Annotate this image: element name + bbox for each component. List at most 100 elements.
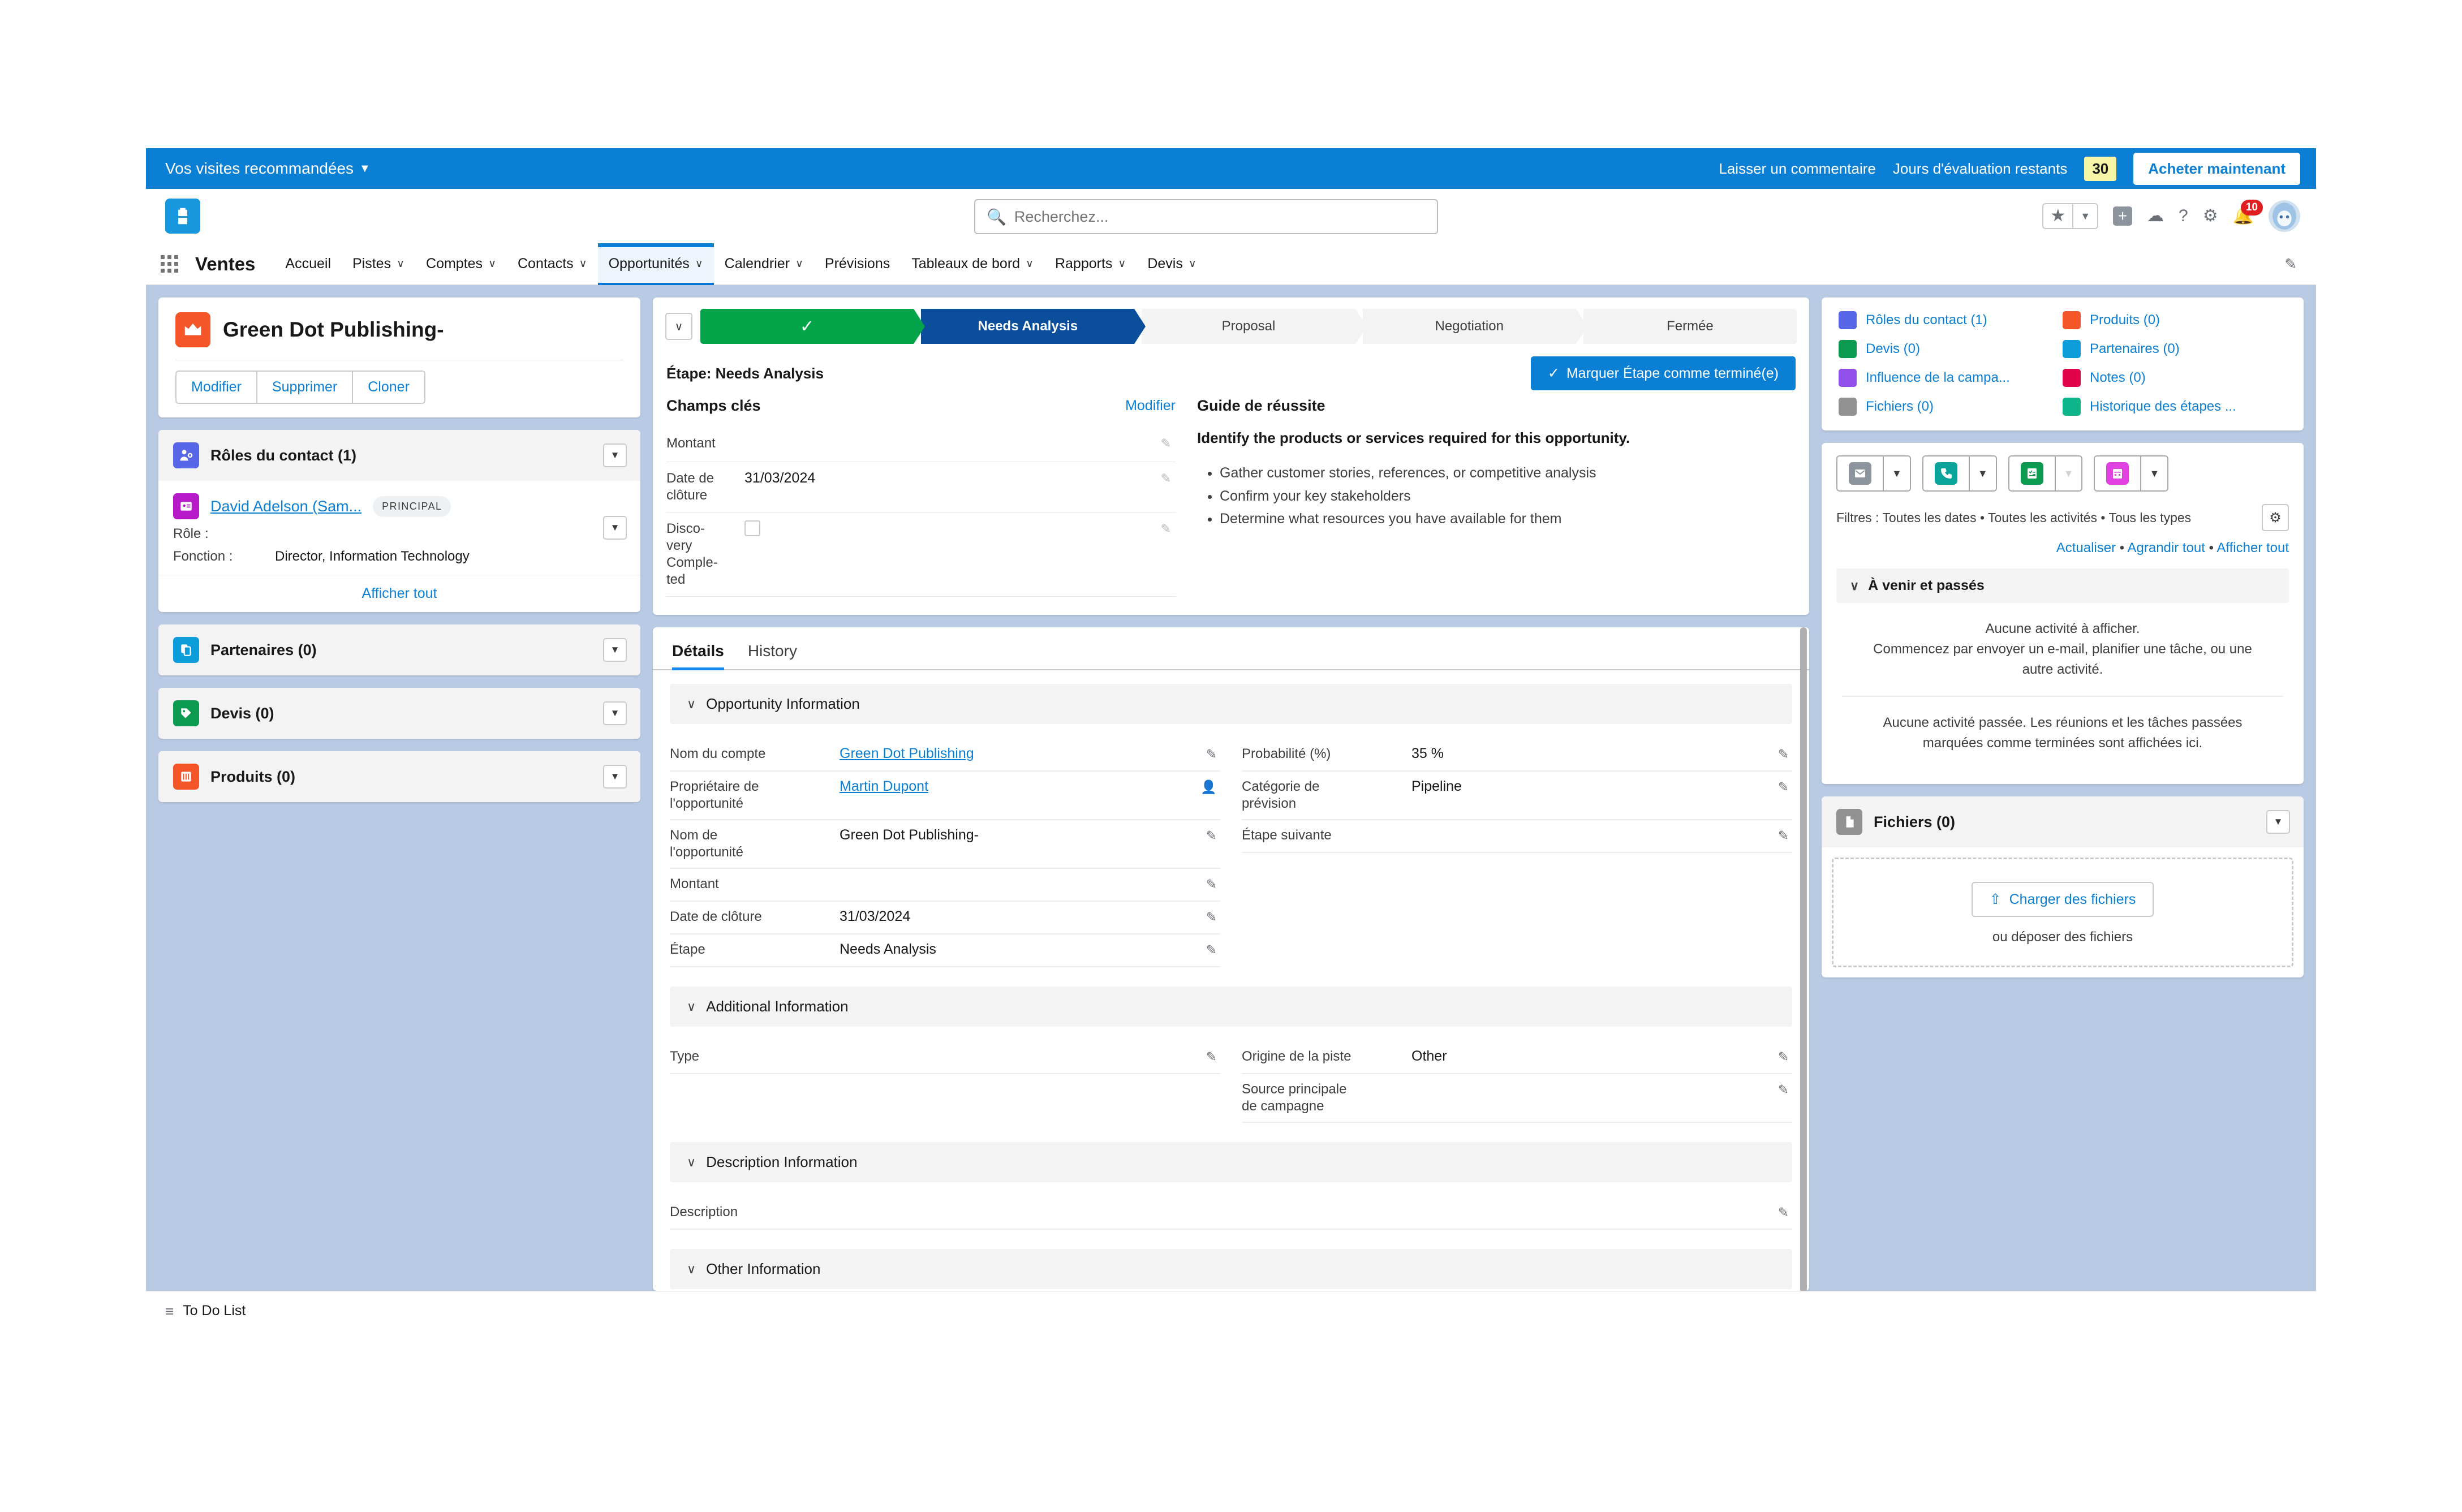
discovery-completed-checkbox[interactable] <box>744 520 760 536</box>
task-button[interactable] <box>2009 456 2055 490</box>
edit-pencil-icon[interactable]: ✎ <box>1161 436 1171 451</box>
details-scrollbar[interactable] <box>1800 627 1807 1291</box>
nav-item-opportunites[interactable]: Opportunités ∨ <box>597 243 714 285</box>
edit-pencil-icon[interactable]: ✎ <box>1778 1082 1789 1097</box>
contact-roles-dropdown-button[interactable]: ▼ <box>603 443 627 467</box>
quick-link-label[interactable]: Notes (0) <box>2090 370 2146 386</box>
section-header-description-information[interactable]: ∨ Description Information <box>670 1142 1792 1182</box>
change-owner-icon[interactable]: 👤 <box>1200 779 1217 795</box>
delete-button[interactable]: Supprimer <box>256 372 352 403</box>
path-stage-negotiation[interactable]: Negotiation <box>1362 309 1588 344</box>
section-header-additional-information[interactable]: ∨ Additional Information <box>670 987 1792 1027</box>
quick-link-partners[interactable]: Partenaires (0) <box>2063 340 2287 358</box>
setup-gear-icon[interactable]: ⚙ <box>2203 208 2218 225</box>
key-fields-edit-link[interactable]: Modifier <box>1125 398 1176 414</box>
favorites-star-icon[interactable]: ★ <box>2043 204 2072 228</box>
recommended-visits-menu[interactable]: Vos visites recommandées ▼ <box>165 160 371 178</box>
edit-pencil-icon[interactable]: ✎ <box>1778 1049 1789 1065</box>
edit-button[interactable]: Modifier <box>177 372 256 403</box>
app-launcher-icon[interactable] <box>161 255 178 273</box>
refresh-link[interactable]: Actualiser <box>2056 540 2116 555</box>
help-icon[interactable]: ? <box>2179 208 2188 225</box>
nav-item-contacts[interactable]: Contacts ∨ <box>507 243 598 285</box>
quick-link-label[interactable]: Produits (0) <box>2090 312 2160 328</box>
email-dropdown-button[interactable]: ▼ <box>1883 456 1910 490</box>
account-name-link[interactable]: Green Dot Publishing <box>840 746 974 761</box>
quotes-dropdown-button[interactable]: ▼ <box>603 701 627 725</box>
nav-item-tableaux-de-bord[interactable]: Tableaux de bord ∨ <box>901 243 1044 285</box>
partners-dropdown-button[interactable]: ▼ <box>603 638 627 662</box>
quick-link-label[interactable]: Partenaires (0) <box>2090 341 2180 357</box>
contact-role-row-dropdown-button[interactable]: ▼ <box>603 516 627 540</box>
task-dropdown-button[interactable]: ▼ <box>2054 456 2082 490</box>
mark-stage-complete-button[interactable]: ✓ Marquer Étape comme terminé(e) <box>1530 356 1796 390</box>
quick-link-contact-roles[interactable]: Rôles du contact (1) <box>1839 311 2063 329</box>
quick-link-label[interactable]: Influence de la campa... <box>1866 370 2010 386</box>
edit-pencil-icon[interactable]: ✎ <box>1778 828 1789 843</box>
quick-link-notes[interactable]: Notes (0) <box>2063 369 2287 387</box>
quick-link-files[interactable]: Fichiers (0) <box>1839 398 2063 416</box>
view-all-link[interactable]: Afficher tout <box>2216 540 2289 555</box>
tab-details[interactable]: Détails <box>672 642 724 670</box>
edit-pencil-icon[interactable]: ✎ <box>1206 942 1217 958</box>
quick-link-campaign-influence[interactable]: Influence de la campa... <box>1839 369 2063 387</box>
quick-link-quotes[interactable]: Devis (0) <box>1839 340 2063 358</box>
quick-link-stage-history[interactable]: Historique des étapes ... <box>2063 398 2287 416</box>
todo-list-label[interactable]: To Do List <box>183 1303 246 1319</box>
key-field-discovery-completed[interactable]: Disco-very Comple-ted ✎ <box>666 512 1176 597</box>
notifications-bell-icon[interactable]: 🔔 10 <box>2233 200 2263 225</box>
edit-pencil-icon[interactable]: ✎ <box>1206 877 1217 892</box>
nav-item-accueil[interactable]: Accueil <box>274 243 342 285</box>
path-stage-fermee[interactable]: Fermée <box>1583 309 1797 344</box>
key-field-montant[interactable]: Montant ✎ <box>666 427 1176 462</box>
edit-pencil-icon[interactable]: ✎ <box>1161 522 1171 536</box>
search-input[interactable] <box>1014 208 1426 226</box>
products-dropdown-button[interactable]: ▼ <box>603 765 627 789</box>
cloud-icon[interactable]: ☁ <box>2147 208 2164 225</box>
search-box[interactable]: 🔍 <box>974 199 1438 234</box>
favorites-chevron-icon[interactable]: ▼ <box>2072 204 2097 228</box>
file-dropzone[interactable]: ⇧ Charger des fichiers ou déposer des fi… <box>1832 858 2293 967</box>
edit-pencil-icon[interactable]: ✎ <box>1206 910 1217 925</box>
owner-link[interactable]: Martin Dupont <box>840 778 928 794</box>
view-all-link[interactable]: Afficher tout <box>362 585 437 601</box>
quick-link-label[interactable]: Rôles du contact (1) <box>1866 312 1987 328</box>
event-button[interactable] <box>2095 456 2141 490</box>
upload-files-button[interactable]: ⇧ Charger des fichiers <box>1971 882 2154 917</box>
section-header-opportunity-information[interactable]: ∨ Opportunity Information <box>670 684 1792 724</box>
quick-link-label[interactable]: Fichiers (0) <box>1866 399 1934 415</box>
upcoming-and-past-header[interactable]: ∨ À venir et passés <box>1836 568 2289 603</box>
edit-navigation-pencil-icon[interactable]: ✎ <box>2284 255 2297 273</box>
nav-item-comptes[interactable]: Comptes ∨ <box>415 243 507 285</box>
add-icon[interactable]: + <box>2113 206 2133 226</box>
expand-all-link[interactable]: Agrandir tout <box>2128 540 2205 555</box>
nav-item-devis[interactable]: Devis ∨ <box>1137 243 1207 285</box>
call-dropdown-button[interactable]: ▼ <box>1968 456 1996 490</box>
path-stage-proposal[interactable]: Proposal <box>1142 309 1367 344</box>
edit-pencil-icon[interactable]: ✎ <box>1206 747 1217 762</box>
path-collapse-button[interactable]: ∨ <box>665 313 692 340</box>
edit-pencil-icon[interactable]: ✎ <box>1778 1205 1789 1220</box>
email-button[interactable] <box>1837 456 1883 490</box>
edit-pencil-icon[interactable]: ✎ <box>1161 471 1171 486</box>
quotes-header[interactable]: Devis (0) ▼ <box>158 688 640 739</box>
partners-header[interactable]: Partenaires (0) ▼ <box>158 624 640 675</box>
section-header-other-information[interactable]: ∨ Other Information <box>670 1249 1792 1289</box>
edit-pencil-icon[interactable]: ✎ <box>1778 747 1789 762</box>
salesforce-logo-icon[interactable] <box>165 199 200 234</box>
products-header[interactable]: Produits (0) ▼ <box>158 751 640 802</box>
quick-link-products[interactable]: Produits (0) <box>2063 311 2287 329</box>
contact-name-link[interactable]: David Adelson (Sam... <box>210 498 361 515</box>
activity-settings-gear-icon[interactable]: ⚙ <box>2262 504 2289 531</box>
nav-item-previsions[interactable]: Prévisions <box>814 243 901 285</box>
edit-pencil-icon[interactable]: ✎ <box>1778 779 1789 795</box>
edit-pencil-icon[interactable]: ✎ <box>1206 828 1217 843</box>
leave-comment-link[interactable]: Laisser un commentaire <box>1719 160 1875 178</box>
clone-button[interactable]: Cloner <box>352 372 424 403</box>
tab-history[interactable]: History <box>748 642 797 669</box>
key-field-date-cloture[interactable]: Date de clôture 31/03/2024 ✎ <box>666 462 1176 512</box>
call-button[interactable] <box>1923 456 1969 490</box>
quick-link-label[interactable]: Historique des étapes ... <box>2090 399 2236 415</box>
nav-item-rapports[interactable]: Rapports ∨ <box>1044 243 1137 285</box>
edit-pencil-icon[interactable]: ✎ <box>1206 1049 1217 1065</box>
